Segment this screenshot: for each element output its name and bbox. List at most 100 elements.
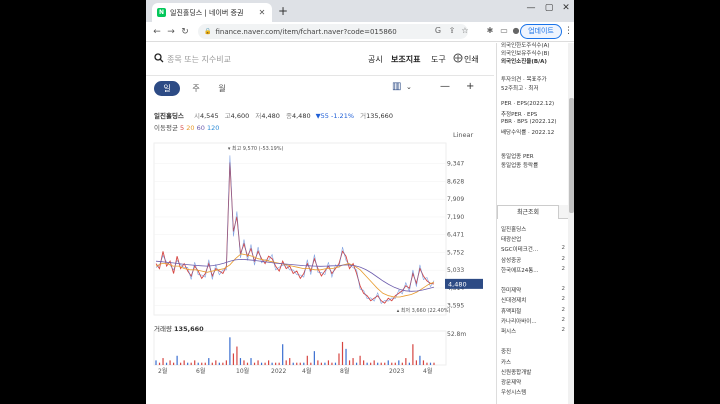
- volume-bar: [355, 362, 358, 365]
- y-tick-label: 8,628: [447, 178, 464, 185]
- volume-bar: [162, 358, 164, 365]
- recent-item[interactable]: 신원종합개발: [501, 368, 567, 376]
- url-text: finance.naver.com/item/fchart.naver?code…: [215, 27, 397, 36]
- sidepanel-icon[interactable]: ▭: [498, 26, 510, 35]
- volume-bar: [165, 362, 168, 365]
- volume-bar: [324, 362, 326, 365]
- volume-bar: [218, 362, 220, 365]
- panel-opinion: 투자의견 · 목표주가: [501, 77, 547, 83]
- max-annotation: ▾ 최고 9,570 (-53.19%): [228, 145, 284, 152]
- recent-item[interactable]: 태광산업: [501, 235, 567, 243]
- recent-item-name: 우성시스템: [501, 390, 527, 397]
- new-tab-icon[interactable]: +: [276, 4, 290, 18]
- recent-item-count: 2: [561, 316, 566, 323]
- recent-item[interactable]: 일진홀딩스: [501, 225, 567, 233]
- x-tick-label: 8월: [340, 367, 349, 375]
- recent-item[interactable]: 한미제약 2: [501, 286, 567, 294]
- browser-tab[interactable]: N 일진홀딩스 | 네이버 증권 ✕: [152, 3, 272, 22]
- volume-bar: [187, 362, 189, 365]
- recent-item[interactable]: 퍼시스 2: [501, 327, 567, 335]
- volume-label: 거래량 135,660: [154, 325, 204, 333]
- recent-item[interactable]: 카스: [501, 358, 567, 366]
- recent-item[interactable]: 광문제약: [501, 378, 567, 386]
- volume-bar: [373, 360, 375, 365]
- volume-bar: [352, 358, 354, 365]
- volume-bar: [204, 362, 206, 365]
- volume-bar: [250, 358, 252, 365]
- volume-bar: [377, 362, 379, 365]
- bookmark-star-icon[interactable]: ☆: [459, 26, 471, 35]
- tab-strip: N 일진홀딩스 | 네이버 증권 ✕ + — ▢ ✕: [146, 0, 574, 22]
- volume-bar: [229, 337, 231, 365]
- recent-item[interactable]: 휴맥피철 2: [501, 307, 567, 315]
- back-icon[interactable]: ←: [150, 27, 164, 37]
- volume-bar: [334, 362, 337, 365]
- panel-industry-per: 동일업종 PER: [501, 154, 534, 160]
- volume-bar: [296, 362, 298, 365]
- extensions-icon[interactable]: ✱: [484, 26, 496, 35]
- reload-icon[interactable]: ↻: [178, 27, 192, 37]
- minimize-icon[interactable]: —: [524, 3, 538, 13]
- volume-bar: [158, 362, 161, 365]
- volume-bar: [401, 362, 403, 365]
- x-tick-label: 4월: [423, 367, 432, 375]
- volume-bar: [183, 360, 185, 365]
- maximize-icon[interactable]: ▢: [542, 3, 556, 13]
- recent-item-count: 2: [561, 296, 566, 303]
- recent-item-count: 2: [561, 255, 566, 262]
- menu-dots-icon[interactable]: ⋮: [564, 26, 573, 36]
- panel-foreign-limit: 외국인한도주식수(A): [501, 43, 550, 49]
- y-tick-label: 5,033: [447, 267, 464, 274]
- volume-bar: [317, 360, 319, 365]
- volume-bar: [222, 362, 224, 365]
- browser-toolbar: ← → ↻ 🔒 finance.naver.com/item/fchart.na…: [146, 22, 574, 42]
- recent-item[interactable]: 삼성중공 2: [501, 256, 567, 264]
- volume-bar: [246, 362, 249, 365]
- recent-item[interactable]: 우성시스템: [501, 388, 567, 396]
- close-window-icon[interactable]: ✕: [559, 3, 573, 13]
- volume-bar: [313, 351, 315, 365]
- volume-bar: [338, 353, 340, 365]
- recent-item-name: 신원종합개발: [501, 369, 532, 376]
- panel-scroll-thumb[interactable]: [569, 98, 574, 213]
- recent-item-name: 휴맥피철: [501, 308, 522, 315]
- volume-bar: [289, 358, 291, 365]
- address-bar[interactable]: 🔒 finance.naver.com/item/fchart.naver?co…: [198, 24, 468, 39]
- volume-bar: [239, 358, 242, 365]
- google-icon[interactable]: G: [432, 26, 444, 35]
- volume-bar: [282, 344, 284, 365]
- volume-bar: [155, 360, 157, 365]
- volume-bar: [197, 362, 199, 365]
- panel-est-per: 추정PER · EPS: [501, 112, 538, 118]
- recent-item-name: 한미제약: [501, 288, 522, 295]
- recent-item[interactable]: 한국에프24통... 2: [501, 266, 567, 274]
- recent-item[interactable]: 중진: [501, 347, 567, 355]
- share-icon[interactable]: ⇪: [446, 26, 458, 35]
- volume-bar: [384, 362, 386, 365]
- volume-bar: [345, 348, 347, 365]
- recent-item[interactable]: 신대경제치 2: [501, 296, 567, 304]
- panel-foreign-holdings: 외국인보유주식수(B): [501, 51, 550, 57]
- recent-item-name: 카스: [501, 359, 512, 366]
- volume-bar: [363, 360, 365, 365]
- volume-bar: [433, 362, 435, 365]
- recent-item[interactable]: SGC이테크건... 2: [501, 245, 567, 253]
- x-tick-label: 2022: [271, 368, 286, 375]
- recent-tab[interactable]: 최근조회: [497, 205, 559, 219]
- panel-foreign-ratio: 외국인소진율(B/A): [501, 59, 547, 65]
- volume-bar: [268, 360, 270, 365]
- browser-window: N 일진홀딩스 | 네이버 증권 ✕ + — ▢ ✕ ← → ↻ 🔒 finan…: [146, 0, 574, 404]
- recent-item-name: 일진홀딩스: [501, 227, 527, 233]
- recent-item-name: 태광산업: [501, 237, 522, 244]
- update-button[interactable]: 업데이트: [520, 24, 562, 39]
- panel-pbr: PBR · BPS (2022.12): [501, 119, 557, 125]
- tab-close-icon[interactable]: ✕: [257, 8, 267, 17]
- volume-bar: [331, 362, 333, 365]
- chart-app: 종목 또는 지수비교 공시 보조지표 도구 인쇄 일 주 월 ▥ ⌄ — + 일…: [146, 43, 494, 404]
- price-chart[interactable]: 9,3478,6287,9097,1906,4715,7525,0334,314…: [146, 43, 494, 404]
- volume-bar: [320, 362, 322, 365]
- recent-item[interactable]: 카나리아바이... 2: [501, 317, 567, 325]
- recent-item-name: 카나리아바이...: [501, 318, 537, 325]
- volume-bar: [327, 360, 330, 365]
- forward-icon[interactable]: →: [164, 27, 178, 37]
